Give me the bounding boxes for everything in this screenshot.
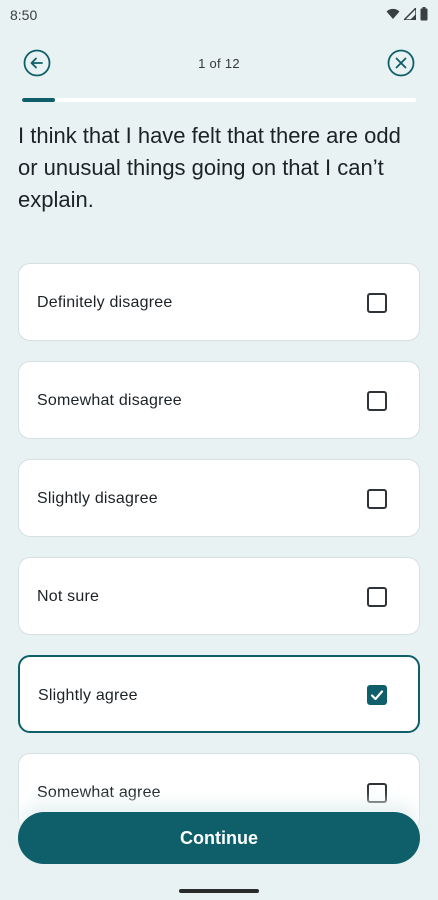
continue-button[interactable]: Continue (18, 812, 420, 864)
checkbox-icon[interactable] (367, 293, 387, 313)
signal-icon (404, 8, 416, 20)
checkbox-icon[interactable] (367, 783, 387, 803)
option-label: Somewhat disagree (37, 392, 182, 409)
checkbox-icon[interactable] (367, 489, 387, 509)
battery-icon (420, 7, 428, 21)
status-bar: 8:50 (0, 0, 438, 30)
progress-bar-fill (22, 98, 55, 102)
option-slightly-disagree[interactable]: Slightly disagree (18, 459, 420, 537)
checkbox-icon[interactable] (367, 685, 387, 705)
home-indicator[interactable] (179, 889, 259, 893)
option-somewhat-disagree[interactable]: Somewhat disagree (18, 361, 420, 439)
question-text: I think that I have felt that there are … (18, 123, 401, 212)
option-label: Not sure (37, 588, 100, 605)
wifi-icon (386, 8, 400, 20)
option-label: Slightly agree (38, 687, 138, 704)
option-not-sure[interactable]: Not sure (18, 557, 420, 635)
status-time: 8:50 (10, 7, 38, 23)
option-label: Somewhat agree (37, 784, 161, 801)
checkbox-icon[interactable] (367, 587, 387, 607)
close-icon[interactable] (386, 48, 416, 78)
option-definitely-disagree[interactable]: Definitely disagree (18, 263, 420, 341)
progress-label: 1 of 12 (198, 56, 240, 71)
option-slightly-agree[interactable]: Slightly agree (18, 655, 420, 733)
option-label: Slightly disagree (37, 490, 158, 507)
answer-options: Definitely disagree Somewhat disagree Sl… (18, 263, 420, 851)
checkbox-icon[interactable] (367, 391, 387, 411)
progress-bar (22, 98, 416, 102)
checkmark-icon (370, 690, 384, 701)
question-header: 1 of 12 (0, 40, 438, 88)
option-label: Definitely disagree (37, 294, 173, 311)
system-icons (386, 7, 428, 21)
